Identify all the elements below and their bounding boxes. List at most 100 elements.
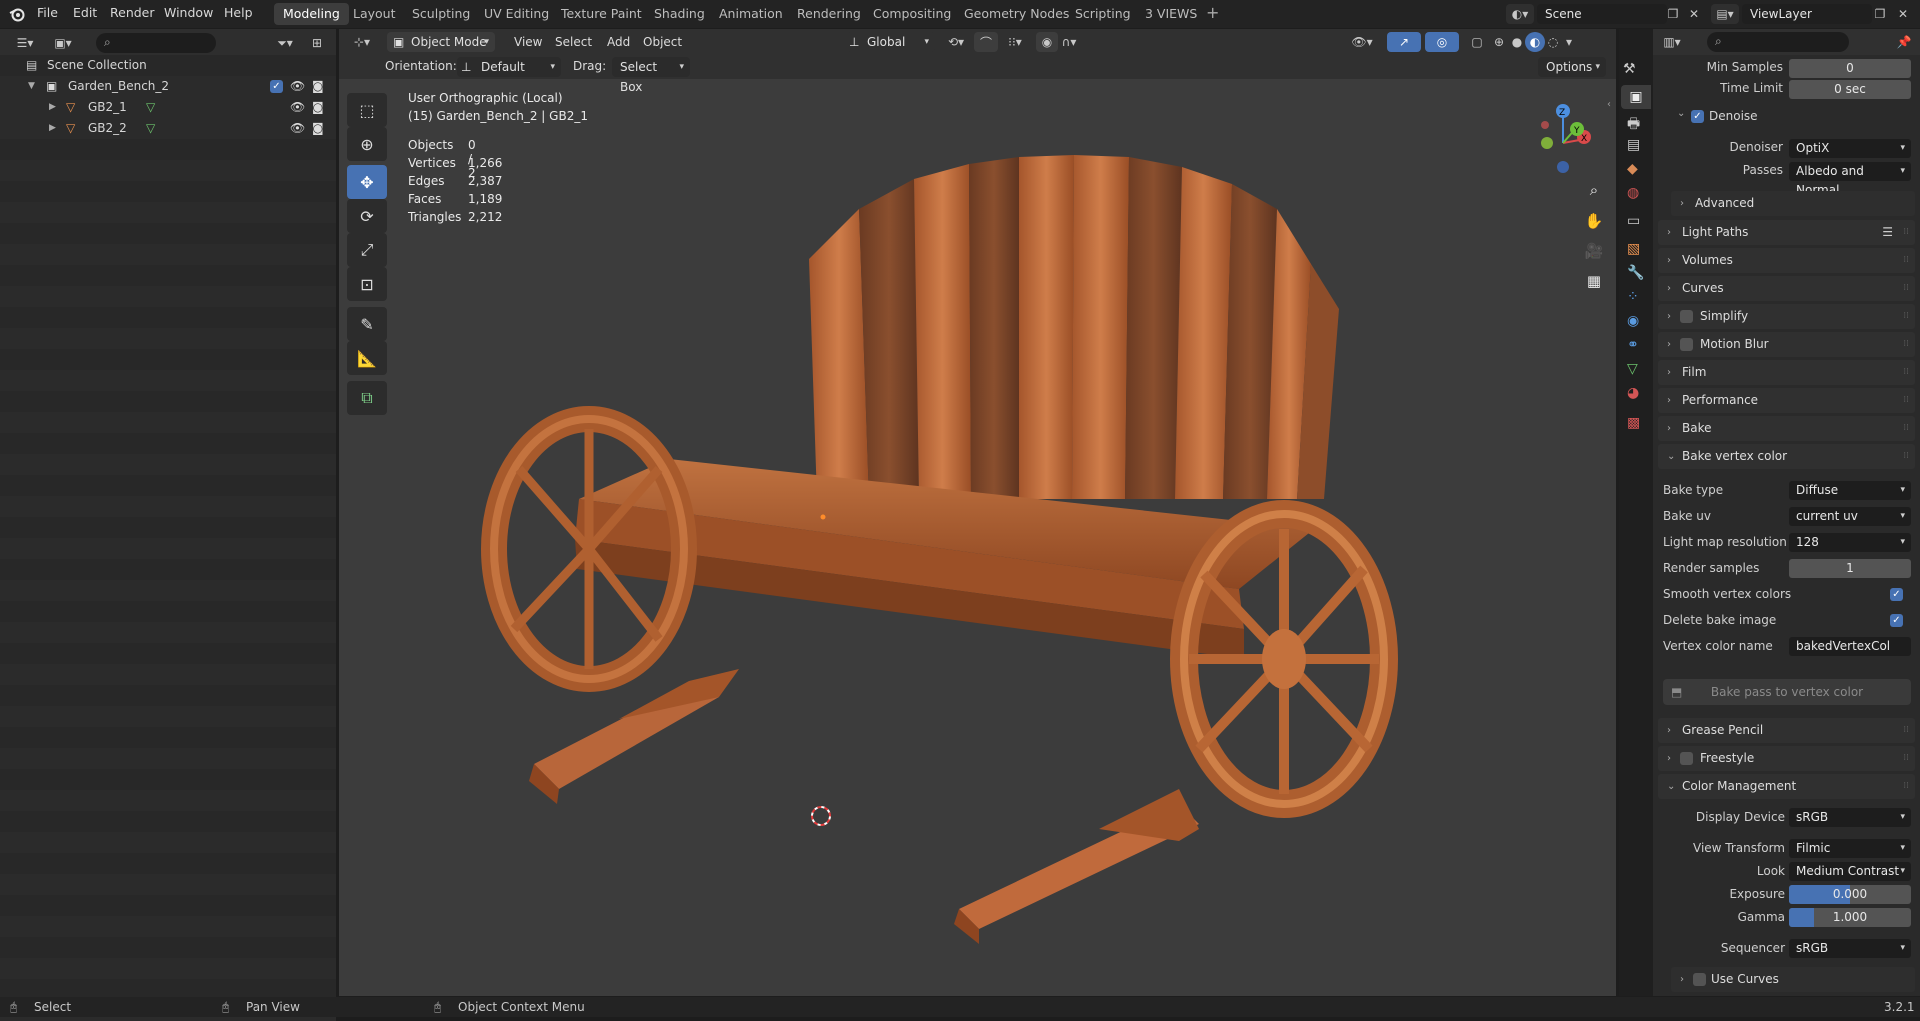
scene-browse-icon[interactable]: ◐▾ [1506,4,1534,24]
menu-edit[interactable]: Edit [73,5,97,20]
scene-tab-icon[interactable]: ◆ [1627,161,1638,177]
sequencer-dropdown[interactable]: sRGB ▾ [1789,939,1911,958]
drag-grip-icon[interactable]: ⁞⁞ [1903,332,1909,357]
menu-render[interactable]: Render [110,5,155,20]
delete-view-layer-icon[interactable]: ✕ [1892,4,1914,24]
menu-window[interactable]: Window [164,5,213,20]
passes-dropdown[interactable]: Albedo and Normal ▾ [1789,162,1911,197]
tab-3-views[interactable]: 3 VIEWS [1136,3,1206,25]
physics-tab-icon[interactable]: ◉ [1627,313,1639,329]
tab-scripting[interactable]: Scripting [1066,3,1140,25]
drag-grip-icon[interactable]: ⁞⁞ [1903,416,1909,441]
drag-grip-icon[interactable]: ⁞⁞ [1903,388,1909,413]
new-view-layer-icon[interactable]: ❐ [1869,4,1891,24]
view-transform-dropdown[interactable]: Filmic ▾ [1789,839,1911,858]
editor-type-icon[interactable]: ☰▾ [10,33,40,53]
add-workspace-icon[interactable]: + [1206,3,1219,22]
tool-tab-icon[interactable]: ⚒ [1623,61,1636,77]
world-tab-icon[interactable]: ◍ [1627,185,1639,201]
panel-film[interactable]: › Film ⁞⁞ [1658,360,1915,385]
outliner-search-input[interactable]: ⌕ [96,33,216,53]
render-tab-icon[interactable]: ▣ [1621,85,1651,109]
tab-animation[interactable]: Animation [710,3,792,25]
freestyle-checkbox[interactable] [1680,752,1693,765]
tab-sculpting[interactable]: Sculpting [403,3,479,25]
panel-bake[interactable]: › Bake ⁞⁞ [1658,416,1915,441]
gamma-slider[interactable]: 1.000 [1789,908,1911,927]
drag-grip-icon[interactable]: ⁞⁞ [1903,444,1909,469]
tab-uv-editing[interactable]: UV Editing [475,3,558,25]
collection-tab-icon[interactable]: ▭ [1627,213,1640,229]
camera-view-icon[interactable]: 🎥 [1581,238,1607,264]
orthographic-toggle-icon[interactable]: ▦ [1581,268,1607,294]
new-collection-icon[interactable]: ⊞ [306,33,328,53]
visibility-eye-icon[interactable]: 👁 [290,97,305,118]
bake-uv-dropdown[interactable]: current uv ▾ [1789,507,1911,526]
scene-name-field[interactable]: Scene [1537,4,1667,24]
view-layer-browse-icon[interactable]: ▤▾ [1711,4,1739,24]
tab-modeling[interactable]: Modeling [274,3,349,25]
garden-bench-model[interactable] [339,29,1616,996]
panel-bake-vertex-color[interactable]: ⌄ Bake vertex color ⁞⁞ [1658,444,1915,469]
sidebar-toggle-icon[interactable]: ‹ [1607,99,1611,110]
expand-arrow-icon[interactable]: ▶ [49,97,56,118]
panel-curves[interactable]: › Curves ⁞⁞ [1658,276,1915,301]
use-curves-subpanel[interactable]: › Use Curves [1671,967,1915,992]
mesh-data-icon[interactable]: ▽ [146,97,155,118]
denoiser-dropdown[interactable]: OptiX ▾ [1789,139,1911,158]
object-tab-icon[interactable]: ▧ [1627,241,1640,257]
look-dropdown[interactable]: Medium Contrast ▾ [1789,862,1911,881]
time-limit-field[interactable]: 0 sec [1789,80,1911,99]
properties-search-input[interactable]: ⌕ [1707,32,1849,52]
display-mode-icon[interactable]: ▣▾ [48,33,78,53]
lightmap-resolution-dropdown[interactable]: 128 ▾ [1789,533,1911,552]
tab-texture-paint[interactable]: Texture Paint [552,3,651,25]
drag-grip-icon[interactable]: ⁞⁞ [1903,718,1909,743]
display-device-dropdown[interactable]: sRGB ▾ [1789,808,1911,827]
mesh-data-icon[interactable]: ▽ [146,118,155,139]
output-tab-icon[interactable]: 🖶 [1627,113,1640,137]
tree-row-gb2-2[interactable]: ▶ ▽ GB2_2 ▽ 👁 ◙ [0,118,336,139]
exclude-checkbox[interactable]: ✓ [270,80,283,93]
tree-row-gb2-1[interactable]: ▶ ▽ GB2_1 ▽ 👁 ◙ [0,97,336,118]
visibility-eye-icon[interactable]: 👁 [290,118,305,139]
drag-grip-icon[interactable]: ⁞⁞ [1903,220,1909,245]
particles-tab-icon[interactable]: ⁘ [1627,289,1639,305]
drag-grip-icon[interactable]: ⁞⁞ [1903,746,1909,771]
presets-list-icon[interactable]: ☰ [1882,220,1893,245]
drag-grip-icon[interactable]: ⁞⁞ [1903,304,1909,329]
drag-grip-icon[interactable]: ⁞⁞ [1903,774,1909,799]
tab-rendering[interactable]: Rendering [788,3,870,25]
simplify-checkbox[interactable] [1680,310,1693,323]
navigation-gizmo[interactable]: Z X Y [1525,99,1605,179]
constraints-tab-icon[interactable]: ⚭ [1627,337,1639,353]
smooth-vertex-colors-checkbox[interactable]: ✓ [1890,588,1903,601]
render-camera-icon[interactable]: ◙ [312,76,324,97]
pan-hand-icon[interactable]: ✋ [1581,208,1607,234]
tree-row-scene-collection[interactable]: ▤ Scene Collection [0,55,336,76]
render-samples-field[interactable]: 1 [1789,559,1911,578]
expand-arrow-icon[interactable]: ▶ [49,118,56,139]
view-layer-tab-icon[interactable]: ▤ [1627,137,1640,153]
render-camera-icon[interactable]: ◙ [312,118,324,139]
tab-shading[interactable]: Shading [645,3,714,25]
tree-row-garden-bench[interactable]: ▼ ▣ Garden_Bench_2 ✓ 👁 ◙ [0,76,336,97]
new-scene-icon[interactable]: ❐ [1662,4,1684,24]
texture-tab-icon[interactable]: ▩ [1627,415,1640,431]
editor-type-icon[interactable]: ▥▾ [1657,32,1687,52]
pin-icon[interactable]: 📌 [1893,32,1915,52]
use-curves-checkbox[interactable] [1693,973,1706,986]
panel-performance[interactable]: › Performance ⁞⁞ [1658,388,1915,413]
modifier-tab-icon[interactable]: 🔧 [1627,265,1644,281]
data-tab-icon[interactable]: ▽ [1627,361,1638,377]
panel-grease-pencil[interactable]: › Grease Pencil ⁞⁞ [1658,718,1915,743]
chevron-down-icon[interactable]: ⌄ [1677,108,1685,119]
drag-grip-icon[interactable]: ⁞⁞ [1903,360,1909,385]
min-samples-field[interactable]: 0 [1789,59,1911,78]
panel-freestyle[interactable]: › Freestyle ⁞⁞ [1658,746,1915,771]
panel-color-management[interactable]: ⌄ Color Management ⁞⁞ [1658,774,1915,799]
panel-simplify[interactable]: › Simplify ⁞⁞ [1658,304,1915,329]
filter-icon[interactable]: ⏷▾ [270,33,300,53]
3d-viewport[interactable]: ⊹▾ ▣ Object Mode ▾ View Select Add Objec… [339,29,1616,996]
panel-motion-blur[interactable]: › Motion Blur ⁞⁞ [1658,332,1915,357]
